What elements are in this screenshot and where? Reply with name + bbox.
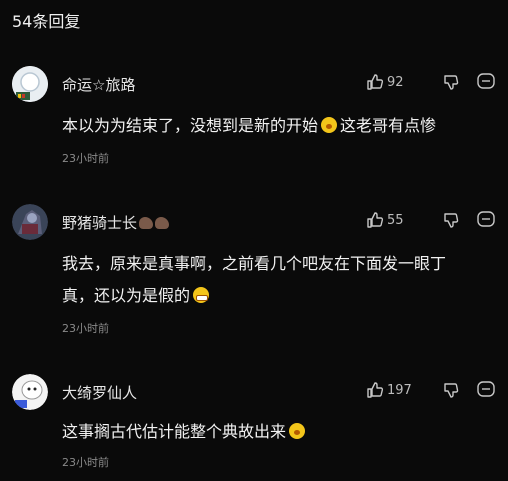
like-count: 55 [387, 212, 404, 228]
shocked-emoji-icon [321, 117, 338, 133]
user-avatar[interactable] [12, 204, 48, 240]
more-options-button[interactable] [476, 72, 496, 92]
comment-text: 本以为为结束了，没想到是新的开始 这老哥有点惨 [62, 116, 437, 135]
dislike-button[interactable] [426, 381, 476, 399]
cartoon-avatar-icon [12, 374, 48, 410]
like-button[interactable]: 197 [366, 381, 426, 399]
thumbs-down-icon [444, 75, 459, 90]
thumbs-down-icon [444, 383, 459, 398]
comment-actions: 55 [366, 210, 496, 230]
user-avatar[interactable] [12, 66, 48, 102]
boar-badge-icon [139, 217, 154, 229]
dislike-button[interactable] [426, 73, 476, 91]
chat-bubble-icon [477, 73, 495, 89]
grin-emoji-icon [193, 287, 210, 303]
comment-actions: 197 [366, 380, 496, 400]
comment-item: 命运☆旅路 92 本以为为结束了，没想到是新的开始 这老哥有点惨 23小时前 [0, 58, 508, 168]
comment-text: 这事搁古代估计能整个典故出来 [62, 416, 472, 448]
chat-bubble-icon [477, 211, 495, 227]
like-count: 92 [387, 74, 404, 90]
dislike-button[interactable] [426, 211, 476, 229]
username[interactable]: 野猪骑士长 [62, 212, 170, 233]
robot-avatar-icon [12, 66, 48, 102]
thumbs-up-icon [366, 381, 384, 399]
shocked-emoji-icon [289, 423, 306, 439]
timestamp: 23小时前 [62, 456, 109, 469]
thumbs-up-icon [366, 73, 384, 91]
like-button[interactable]: 55 [366, 211, 426, 229]
user-avatar[interactable] [12, 374, 48, 410]
username[interactable]: 命运☆旅路 [62, 74, 135, 95]
boar-badge-icon [155, 217, 170, 229]
comment-item: 野猪骑士长 55 我去，原来是真事啊，之前看几个吧友在下面发一眼丁真，还以为是假… [0, 196, 508, 346]
username[interactable]: 大绮罗仙人 [62, 382, 137, 403]
like-count: 197 [387, 382, 412, 398]
more-options-button[interactable] [476, 380, 496, 400]
timestamp: 23小时前 [62, 152, 109, 165]
chat-bubble-icon [477, 381, 495, 397]
comment-item: 大绮罗仙人 197 这事搁古代估计能整个典故出来 23小时前 [0, 370, 508, 480]
like-button[interactable]: 92 [366, 73, 426, 91]
thumbs-down-icon [444, 213, 459, 228]
comment-actions: 92 [366, 72, 496, 92]
thumbs-up-icon [366, 211, 384, 229]
more-options-button[interactable] [476, 210, 496, 230]
timestamp: 23小时前 [62, 322, 109, 335]
comment-text: 我去，原来是真事啊，之前看几个吧友在下面发一眼丁真，还以为是假的 [62, 254, 447, 305]
knight-avatar-icon [12, 204, 48, 240]
reply-count-title: 54条回复 [12, 12, 81, 31]
